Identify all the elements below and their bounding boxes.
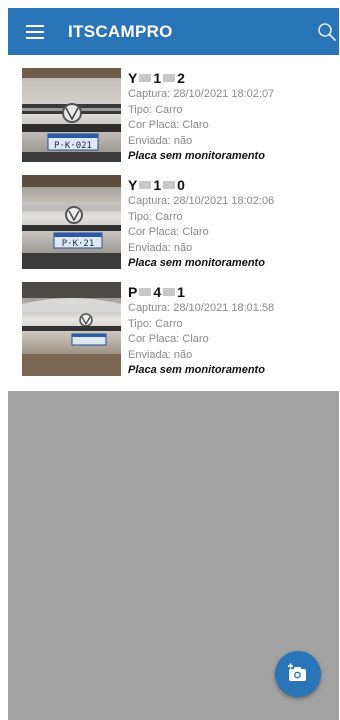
capture-time: Captura: 28/10/2021 18:02:06 bbox=[128, 195, 275, 207]
search-icon[interactable] bbox=[315, 20, 339, 44]
vehicle-photo: P·K·21 bbox=[22, 175, 121, 269]
plate-char: 1 bbox=[153, 70, 162, 86]
menu-icon[interactable] bbox=[18, 8, 52, 55]
plate-redaction bbox=[163, 181, 176, 189]
plate-number: Y 1 0 bbox=[128, 176, 338, 194]
vehicle-type: Tipo: Carro bbox=[128, 210, 183, 223]
capture-info: Y 1 0 Captura: 28/10/2021 18:02:06 Tipo:… bbox=[128, 176, 338, 271]
sent-status: Enviada: não bbox=[128, 241, 193, 254]
capture-info: P 4 1 Captura: 28/10/2021 18:01:58 Tipo:… bbox=[128, 283, 338, 378]
capture-item[interactable]: P·K·021 Y 1 2 Captura: 28/10/2021 18:02:… bbox=[8, 55, 339, 162]
plate-redaction bbox=[139, 181, 152, 189]
photo-plate-text: P·K·021 bbox=[54, 141, 92, 151]
plate-redaction bbox=[139, 74, 152, 82]
monitoring-status: Placa sem monitoramento bbox=[128, 364, 265, 376]
app-bar: ITSCAMPRO bbox=[8, 8, 339, 55]
capture-item[interactable]: P 4 1 Captura: 28/10/2021 18:01:58 Tipo:… bbox=[8, 269, 339, 376]
photo-plate-text: P·K·21 bbox=[62, 239, 95, 249]
add-photo-button[interactable] bbox=[275, 651, 321, 697]
capture-info: Y 1 2 Captura: 28/10/2021 18:02:07 Tipo:… bbox=[128, 69, 338, 164]
plate-char: 2 bbox=[177, 70, 185, 86]
plate-number: Y 1 2 bbox=[128, 69, 338, 87]
capture-time: Captura: 28/10/2021 18:02:07 bbox=[128, 88, 275, 100]
plate-char: Y bbox=[128, 70, 138, 86]
plate-number: P 4 1 bbox=[128, 283, 338, 301]
plate-char: Y bbox=[128, 177, 138, 193]
capture-list: P·K·021 Y 1 2 Captura: 28/10/2021 18:02:… bbox=[8, 55, 339, 391]
capture-time: Captura: 28/10/2021 18:01:58 bbox=[128, 302, 275, 314]
plate-color: Cor Placa: Claro bbox=[128, 119, 209, 131]
capture-item[interactable]: P·K·21 Y 1 0 Captura: 28/10/2021 18:02:0… bbox=[8, 162, 339, 269]
plate-redaction bbox=[139, 288, 152, 296]
plate-color: Cor Placa: Claro bbox=[128, 333, 209, 345]
vehicle-photo: P·K·021 bbox=[22, 68, 121, 162]
vehicle-type: Tipo: Carro bbox=[128, 103, 183, 116]
plate-char: P bbox=[128, 284, 138, 300]
plate-char: 1 bbox=[177, 284, 185, 300]
plate-char: 1 bbox=[153, 177, 162, 193]
app-title: ITSCAMPRO bbox=[68, 21, 173, 41]
sent-status: Enviada: não bbox=[128, 134, 193, 147]
vehicle-type: Tipo: Carro bbox=[128, 317, 183, 330]
sent-status: Enviada: não bbox=[128, 348, 193, 361]
plate-color: Cor Placa: Claro bbox=[128, 226, 209, 238]
plate-redaction bbox=[163, 288, 176, 296]
vehicle-photo bbox=[22, 282, 121, 376]
plate-redaction bbox=[163, 74, 176, 82]
add-photo-camera-icon bbox=[288, 663, 306, 681]
plate-char: 4 bbox=[153, 284, 162, 300]
app-screen: ITSCAMPRO P·K·021 Y 1 2 Captura: 28/10/2… bbox=[8, 8, 339, 720]
plate-char: 0 bbox=[177, 177, 185, 193]
